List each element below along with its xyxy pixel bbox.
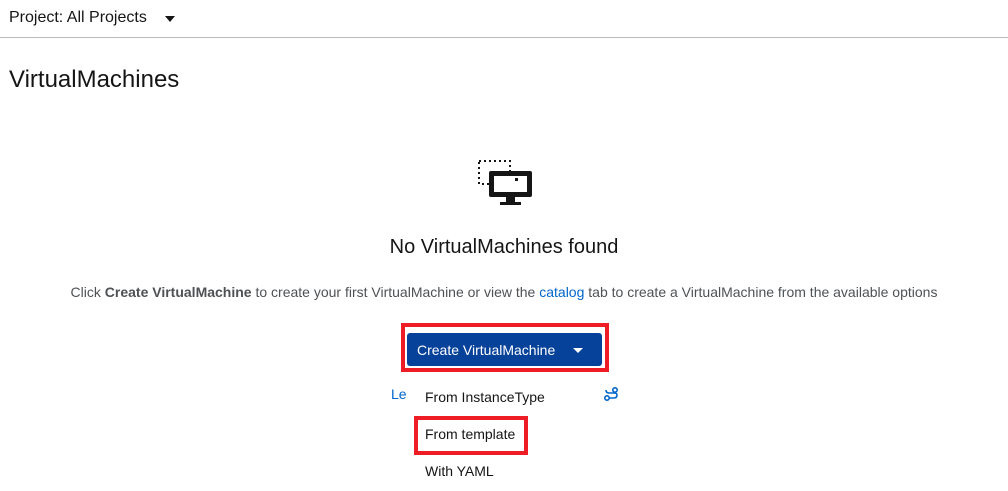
caret-down-icon xyxy=(164,16,175,22)
virtual-machine-icon xyxy=(478,160,532,205)
menu-item-with-yaml[interactable]: With YAML xyxy=(425,463,494,479)
empty-state-body-middle: to create your first VirtualMachine or v… xyxy=(251,284,540,300)
empty-state-title: No VirtualMachines found xyxy=(389,236,619,258)
top-bar: Project: All Projects xyxy=(0,0,1008,38)
menu-item-from-instancetype[interactable]: From InstanceType xyxy=(425,389,545,405)
empty-state-body-bold: Create VirtualMachine xyxy=(104,284,252,300)
page-title: VirtualMachines xyxy=(9,66,180,93)
from-template-highlight xyxy=(414,416,528,455)
project-selector[interactable]: Project: All Projects xyxy=(9,7,175,29)
project-selector-label: Project: All Projects xyxy=(9,9,147,26)
empty-state-body-prefix: Click xyxy=(70,284,105,300)
create-virtualmachine-button-label: Create VirtualMachine xyxy=(417,341,556,358)
empty-state-body: Click Create VirtualMachine to create yo… xyxy=(0,284,1008,300)
catalog-link[interactable]: catalog xyxy=(539,284,584,300)
empty-state-body-suffix: tab to create a VirtualMachine from the … xyxy=(584,284,938,300)
caret-down-icon xyxy=(573,348,583,353)
partial-link[interactable]: Le xyxy=(391,386,407,402)
route-icon[interactable] xyxy=(603,386,619,402)
create-virtualmachine-button[interactable]: Create VirtualMachine xyxy=(407,333,602,366)
